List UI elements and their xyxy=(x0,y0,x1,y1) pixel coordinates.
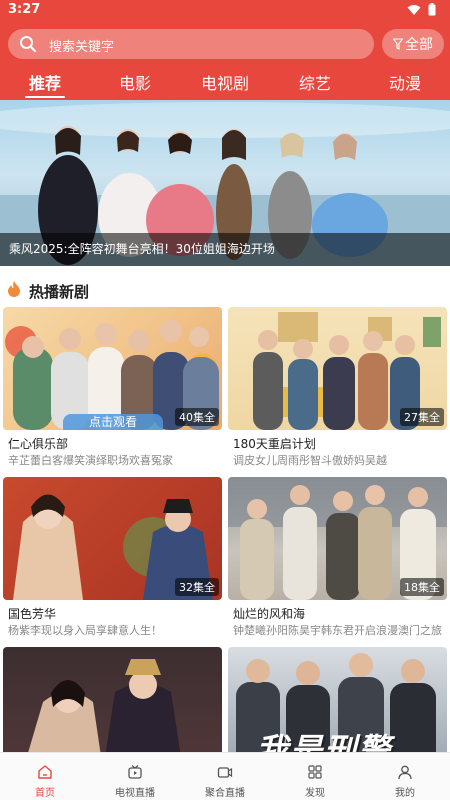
status-bar: 3:27 xyxy=(0,0,450,22)
show-title: 仁心俱乐部 xyxy=(8,437,69,451)
tab-variety[interactable]: 综艺 xyxy=(283,70,347,94)
nav-discover-label: 发现 xyxy=(305,788,325,799)
category-tabs: 推荐 电影 电视剧 综艺 动漫 xyxy=(0,70,450,98)
battery-icon xyxy=(428,3,436,16)
show-card[interactable] xyxy=(3,647,222,752)
tab-anime[interactable]: 动漫 xyxy=(373,70,437,94)
tab-tv-series[interactable]: 电视剧 xyxy=(193,70,257,94)
episode-badge: 40集全 xyxy=(175,408,219,426)
hot-dramas-header: 热播新剧 xyxy=(0,266,450,306)
poster-title-text: 我是刑警 xyxy=(256,731,393,752)
show-title: 180天重启计划 xyxy=(233,437,316,451)
status-time: 3:27 xyxy=(8,2,41,17)
show-card[interactable]: 我是刑警 xyxy=(228,647,447,752)
episode-badge: 32集全 xyxy=(175,578,219,596)
featured-banner[interactable]: 乘风2025:全阵容初舞台亮相！30位姐姐海边开场 xyxy=(0,100,450,266)
nav-aggregate-live[interactable]: 聚合直播 xyxy=(180,753,270,800)
show-subtitle: 杨紫李现以身入局享肆意人生！ xyxy=(8,624,162,637)
show-subtitle: 辛芷蕾白客爆笑演绎职场欢喜冤家 xyxy=(8,454,173,467)
banner-caption: 乘风2025:全阵容初舞台亮相！30位姐姐海边开场 xyxy=(9,242,275,256)
video-icon xyxy=(217,767,233,778)
show-title: 灿烂的风和海 xyxy=(233,607,306,621)
user-icon xyxy=(398,765,412,780)
nav-home-label: 首页 xyxy=(35,788,55,799)
show-subtitle: 调皮女儿周雨彤智斗傲娇妈吴越 xyxy=(233,454,387,467)
search-input[interactable]: 搜索关键字 xyxy=(8,29,374,59)
show-poster xyxy=(3,647,222,752)
show-card[interactable]: 点击观看 40集全 仁心俱乐部 辛芷蕾白客爆笑演绎职场欢喜冤家 xyxy=(3,307,222,472)
show-card[interactable]: 27集全 180天重启计划 调皮女儿周雨彤智斗傲娇妈吴越 xyxy=(228,307,447,472)
search-icon xyxy=(20,36,37,53)
watch-now-label: 点击观看 xyxy=(63,414,163,430)
filter-icon xyxy=(393,38,403,50)
episode-badge: 27集全 xyxy=(400,408,444,426)
fire-icon xyxy=(8,281,20,297)
show-card[interactable]: 32集全 国色芳华 杨紫李现以身入局享肆意人生！ xyxy=(3,477,222,642)
search-placeholder: 搜索关键字 xyxy=(49,40,115,55)
show-poster: 32集全 xyxy=(3,477,222,600)
show-poster: 27集全 xyxy=(228,307,447,430)
wifi-icon xyxy=(407,4,421,15)
section-title: 热播新剧 xyxy=(29,283,90,301)
home-icon xyxy=(38,765,52,779)
episode-badge: 18集全 xyxy=(400,578,444,596)
top-header: 3:27 搜索关键字 全部 推荐 电影 电视剧 综艺 动漫 xyxy=(0,0,450,100)
show-poster: 我是刑警 xyxy=(228,647,447,752)
nav-aggregate-live-label: 聚合直播 xyxy=(205,788,245,799)
show-poster: 点击观看 40集全 xyxy=(3,307,222,430)
show-subtitle: 钟楚曦孙阳陈昊宇韩东君开启浪漫澳门之旅 xyxy=(233,624,442,637)
tv-icon xyxy=(128,765,142,779)
tab-recommend[interactable]: 推荐 xyxy=(13,70,77,94)
nav-discover[interactable]: 发现 xyxy=(270,753,360,800)
show-title: 国色芳华 xyxy=(8,607,57,621)
filter-button[interactable]: 全部 xyxy=(382,29,444,59)
show-poster: 18集全 xyxy=(228,477,447,600)
show-card[interactable]: 18集全 灿烂的风和海 钟楚曦孙阳陈昊宇韩东君开启浪漫澳门之旅 xyxy=(228,477,447,642)
nav-tv-live[interactable]: 电视直播 xyxy=(90,753,180,800)
status-icons xyxy=(407,3,436,16)
active-tab-indicator xyxy=(25,96,65,98)
nav-home[interactable]: 首页 xyxy=(0,753,90,800)
filter-label: 全部 xyxy=(405,37,433,53)
nav-profile[interactable]: 我的 xyxy=(360,753,450,800)
nav-tv-live-label: 电视直播 xyxy=(115,788,155,799)
nav-profile-label: 我的 xyxy=(395,788,415,799)
grid-icon xyxy=(308,765,322,779)
tab-movie[interactable]: 电影 xyxy=(103,70,167,94)
bottom-navigation: 首页 电视直播 聚合直播 发现 我的 xyxy=(0,752,450,800)
